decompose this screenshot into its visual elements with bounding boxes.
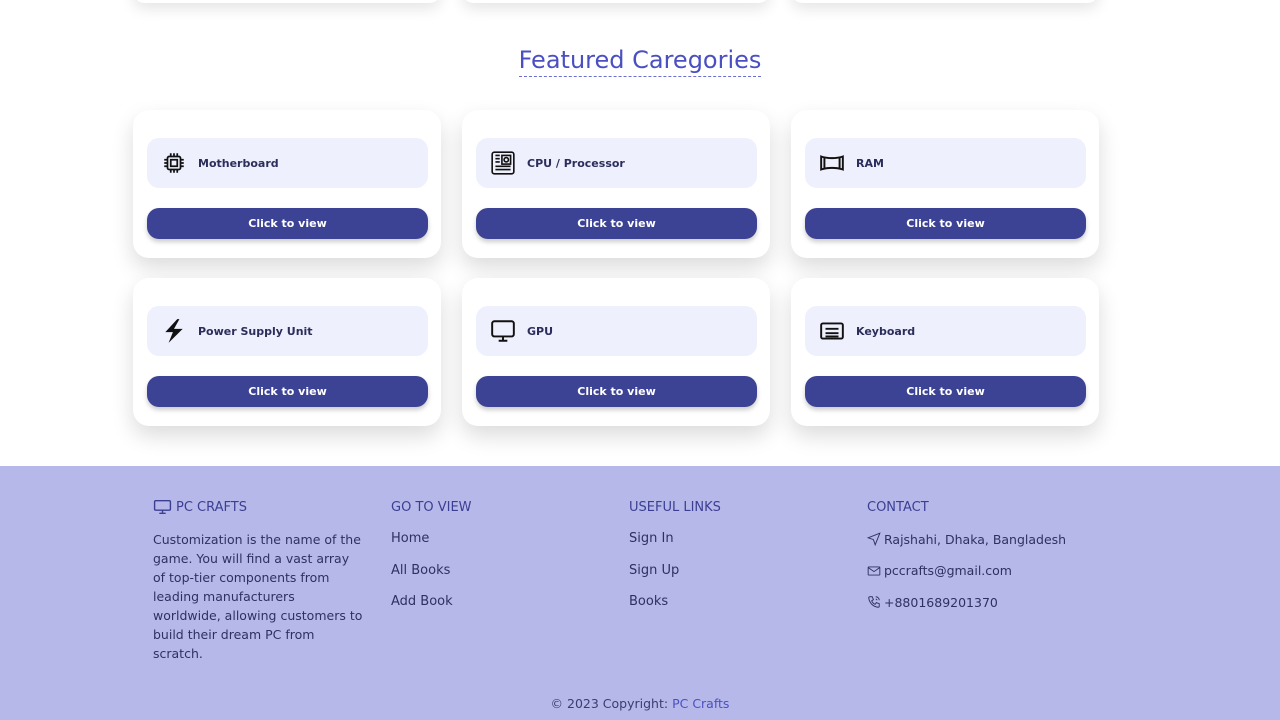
send-icon	[867, 532, 881, 546]
category-label: RAM	[856, 156, 884, 170]
product-card	[462, 0, 770, 3]
category-card-psu: Power Supply Unit Click to view	[133, 278, 441, 426]
footer-heading: CONTACT	[867, 499, 929, 515]
copyright-link[interactable]: PC Crafts	[672, 696, 729, 711]
footer-link-books[interactable]: Books	[629, 594, 721, 610]
footer-heading: USEFUL LINKS	[629, 499, 721, 515]
category-header: GPU	[476, 306, 757, 356]
contact-address: Rajshahi, Dhaka, Bangladesh	[867, 531, 1066, 547]
category-header: Motherboard	[147, 138, 428, 188]
monitor-icon	[153, 499, 172, 515]
view-ram-button[interactable]: Click to view	[805, 208, 1086, 239]
footer-link-add-book[interactable]: Add Book	[391, 594, 472, 610]
contact-phone: +8801689201370	[867, 594, 1066, 610]
copyright: © 2023 Copyright: PC Crafts	[0, 696, 1280, 711]
footer-link-sign-in[interactable]: Sign In	[629, 531, 721, 547]
footer-contact: CONTACT Rajshahi, Dhaka, Bangladesh pccr…	[867, 500, 1066, 626]
product-card	[133, 0, 441, 3]
footer-description: Customization is the name of the game. Y…	[153, 532, 363, 661]
copyright-text: © 2023 Copyright:	[550, 696, 669, 711]
mail-icon	[867, 565, 881, 576]
footer-link-home[interactable]: Home	[391, 531, 472, 547]
category-header: Keyboard	[805, 306, 1086, 356]
category-label: CPU / Processor	[527, 156, 625, 170]
category-label: Keyboard	[856, 324, 916, 338]
category-label: Motherboard	[198, 156, 279, 170]
previous-card-row	[133, 0, 1099, 3]
footer-link-all-books[interactable]: All Books	[391, 563, 472, 579]
category-label: GPU	[527, 324, 554, 338]
category-grid: Motherboard Click to view CPU / Processo…	[133, 110, 1099, 426]
footer-heading: GO TO VIEW	[391, 499, 472, 515]
section-title: Featured Caregories	[518, 46, 762, 77]
view-psu-button[interactable]: Click to view	[147, 376, 428, 407]
category-card-keyboard: Keyboard Click to view	[791, 278, 1099, 426]
category-card-motherboard: Motherboard Click to view	[133, 110, 441, 258]
category-header: CPU / Processor	[476, 138, 757, 188]
footer-link-sign-up[interactable]: Sign Up	[629, 563, 721, 579]
contact-email: pccrafts@gmail.com	[867, 563, 1066, 579]
monitor-icon	[489, 317, 517, 345]
lightning-icon	[160, 317, 188, 345]
view-cpu-button[interactable]: Click to view	[476, 208, 757, 239]
site-footer: PC CRAFTS Customization is the name of t…	[0, 466, 1280, 720]
footer-useful-links: USEFUL LINKS Sign In Sign Up Books	[629, 500, 721, 626]
page: Featured Caregories Motherboard Click to…	[0, 0, 1280, 720]
footer-brand: PC CRAFTS Customization is the name of t…	[153, 500, 363, 663]
section-heading: Featured Caregories	[0, 46, 1280, 77]
chip-icon	[160, 149, 188, 177]
category-card-cpu: CPU / Processor Click to view	[462, 110, 770, 258]
cpu-icon	[489, 149, 517, 177]
category-card-ram: RAM Click to view	[791, 110, 1099, 258]
product-card	[791, 0, 1099, 3]
view-keyboard-button[interactable]: Click to view	[805, 376, 1086, 407]
view-gpu-button[interactable]: Click to view	[476, 376, 757, 407]
keyboard-icon	[818, 317, 846, 345]
footer-brand-title: PC CRAFTS	[176, 499, 247, 515]
footer-brand-heading: PC CRAFTS	[153, 499, 363, 515]
category-label: Power Supply Unit	[198, 324, 313, 338]
footer-go-to-view: GO TO VIEW Home All Books Add Book	[391, 500, 472, 626]
phone-icon	[868, 596, 880, 608]
category-header: Power Supply Unit	[147, 306, 428, 356]
ram-icon	[818, 149, 846, 177]
view-motherboard-button[interactable]: Click to view	[147, 208, 428, 239]
category-card-gpu: GPU Click to view	[462, 278, 770, 426]
category-header: RAM	[805, 138, 1086, 188]
